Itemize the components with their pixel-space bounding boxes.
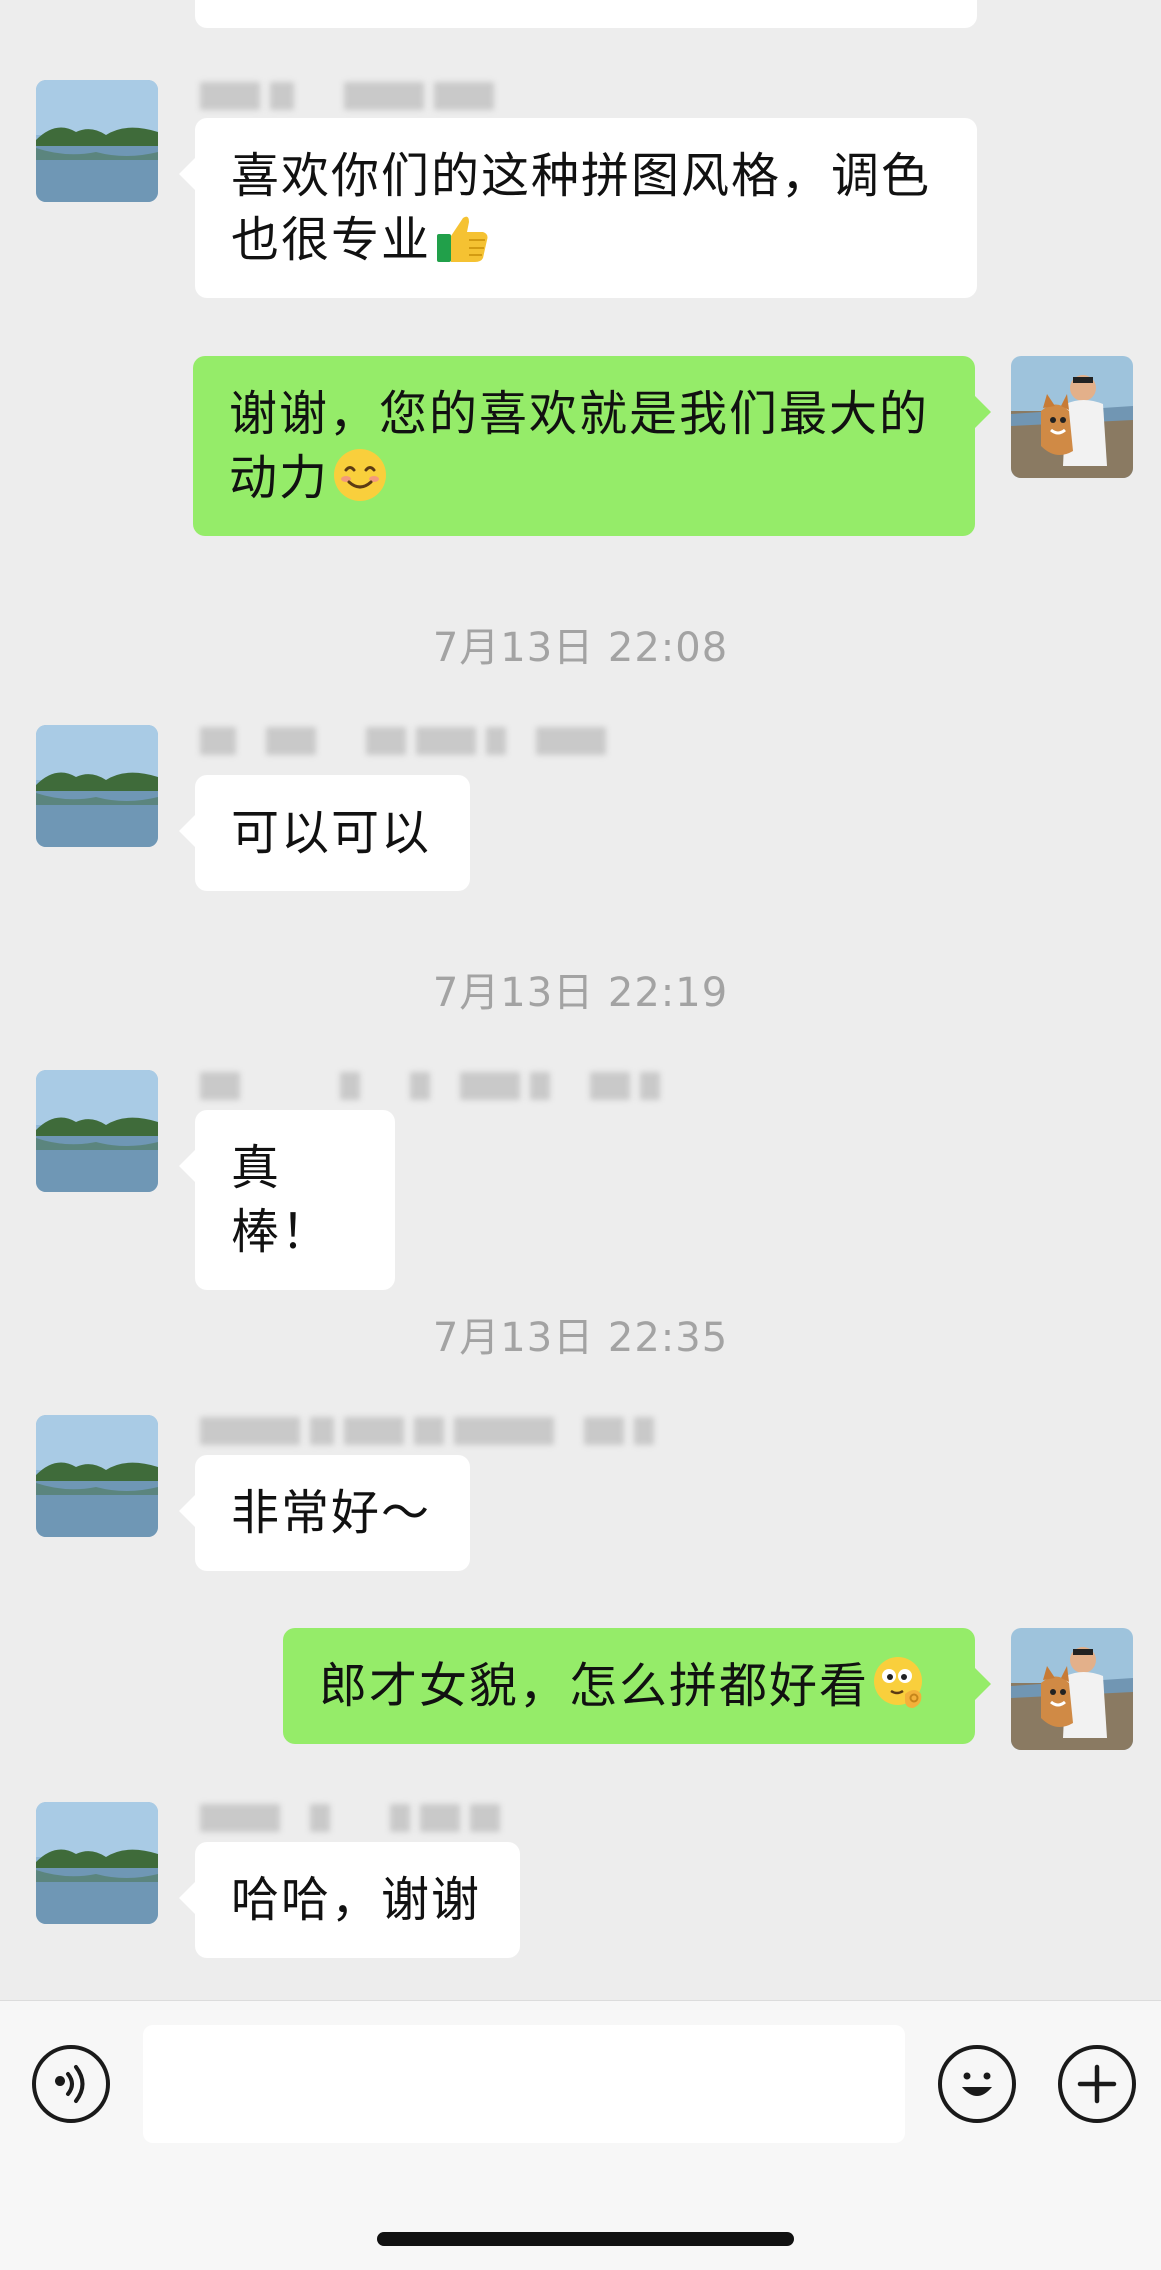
more-button[interactable]: [1058, 2045, 1136, 2123]
message-bubble-outgoing[interactable]: 谢谢，您的喜欢就是我们最大的动力: [193, 356, 991, 536]
sender-avatar[interactable]: [36, 1070, 158, 1192]
sender-name-blurred: [200, 78, 494, 114]
ok-hand-face-icon: [871, 1654, 929, 1712]
timestamp: 7月13日 22:19: [432, 970, 729, 1016]
message-text: 真棒！: [231, 1140, 332, 1260]
message-text: 非常好～: [231, 1485, 432, 1541]
input-bar: [0, 2000, 1161, 2270]
message-bubble-incoming[interactable]: 可以可以: [179, 775, 470, 891]
timestamp: 7月13日 22:35: [432, 1315, 729, 1361]
sender-name-blurred: [200, 1800, 500, 1836]
timestamp: 7月13日 22:08: [432, 625, 729, 671]
message-text: 郎才女貌，怎么拼都好看: [319, 1658, 870, 1714]
voice-icon: [55, 2065, 85, 2103]
message-text: 可以可以: [231, 805, 432, 861]
message-bubble-outgoing[interactable]: 郎才女貌，怎么拼都好看: [283, 1628, 991, 1744]
message-text: 喜欢你们的这种拼图风格，调色也很专业: [231, 148, 932, 268]
message-bubble-incoming[interactable]: 哈哈，谢谢: [179, 1842, 520, 1958]
emoji-icon: [962, 2072, 992, 2096]
sender-avatar[interactable]: [36, 1415, 158, 1537]
sender-name-blurred: [200, 1413, 654, 1449]
plus-icon: [1077, 2064, 1117, 2104]
previous-message-bubble: [195, 0, 977, 28]
my-avatar[interactable]: [1011, 1628, 1133, 1750]
thumbs-up-icon: [433, 208, 491, 266]
message-bubble-incoming[interactable]: 真棒！: [179, 1110, 395, 1290]
sender-name-blurred: [200, 723, 606, 759]
message-bubble-incoming[interactable]: 非常好～: [179, 1455, 470, 1571]
message-bubble-incoming[interactable]: 喜欢你们的这种拼图风格，调色也很专业: [179, 118, 977, 298]
message-input[interactable]: [143, 2025, 905, 2143]
voice-button[interactable]: [32, 2045, 110, 2123]
emoji-button[interactable]: [938, 2045, 1016, 2123]
smiling-face-icon: [331, 446, 389, 504]
message-list[interactable]: 喜欢你们的这种拼图风格，调色也很专业 谢谢，您的喜欢就是我们最大的动力 7月13…: [0, 0, 1161, 2000]
sender-avatar[interactable]: [36, 80, 158, 202]
chat-screen: 喜欢你们的这种拼图风格，调色也很专业 谢谢，您的喜欢就是我们最大的动力 7月13…: [0, 0, 1161, 2270]
sender-name-blurred: [200, 1068, 660, 1104]
home-indicator[interactable]: [377, 2232, 794, 2246]
my-avatar[interactable]: [1011, 356, 1133, 478]
sender-avatar[interactable]: [36, 1802, 158, 1924]
sender-avatar[interactable]: [36, 725, 158, 847]
message-text: 哈哈，谢谢: [231, 1872, 482, 1928]
